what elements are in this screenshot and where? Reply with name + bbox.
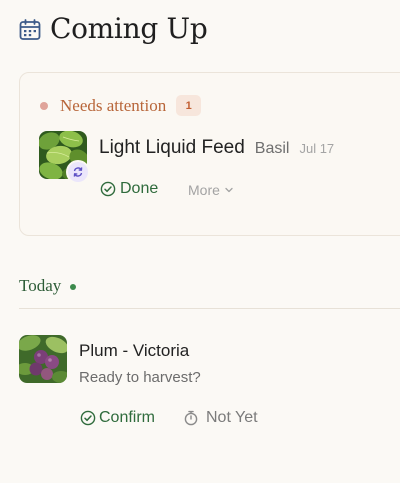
check-circle-icon [80, 410, 96, 426]
stopwatch-icon [184, 410, 198, 426]
task-title-line: Light Liquid Feed Basil Jul 17 [99, 137, 334, 159]
section-divider [19, 308, 400, 309]
plant-subtitle: Ready to harvest? [79, 369, 201, 386]
today-section-header: Today [19, 276, 77, 296]
plant-name[interactable]: Plum - Victoria [79, 341, 189, 361]
attention-count-badge: 1 [176, 95, 202, 116]
attention-dot-icon [40, 101, 48, 110]
not-yet-label: Not Yet [206, 409, 258, 426]
calendar-icon [19, 18, 41, 40]
needs-attention-label: Needs attention [60, 95, 167, 115]
plum-photo-icon [19, 335, 67, 383]
not-yet-button[interactable]: Not Yet [183, 409, 258, 427]
done-label: Done [120, 180, 159, 197]
page-title: Coming Up [50, 11, 208, 45]
task-name[interactable]: Light Liquid Feed [99, 137, 245, 159]
needs-attention-card: Needs attention 1 Light Liquid Feed Basi… [19, 72, 400, 236]
chevron-down-icon [225, 187, 233, 193]
repeat-badge [68, 162, 88, 182]
page-header: Coming Up [19, 8, 208, 48]
confirm-button[interactable]: Confirm [80, 409, 155, 427]
check-circle-icon [100, 181, 116, 197]
more-button[interactable]: More [188, 182, 235, 198]
task-date: Jul 17 [299, 141, 335, 156]
confirm-label: Confirm [99, 409, 156, 426]
needs-attention-header: Needs attention 1 [40, 95, 202, 116]
today-dot-icon [70, 284, 77, 290]
more-label: More [188, 182, 220, 198]
plum-thumbnail[interactable] [19, 335, 67, 383]
repeat-icon [73, 167, 83, 177]
done-button[interactable]: Done [100, 180, 158, 198]
task-plant-name: Basil [254, 140, 290, 157]
today-label: Today [19, 276, 62, 295]
